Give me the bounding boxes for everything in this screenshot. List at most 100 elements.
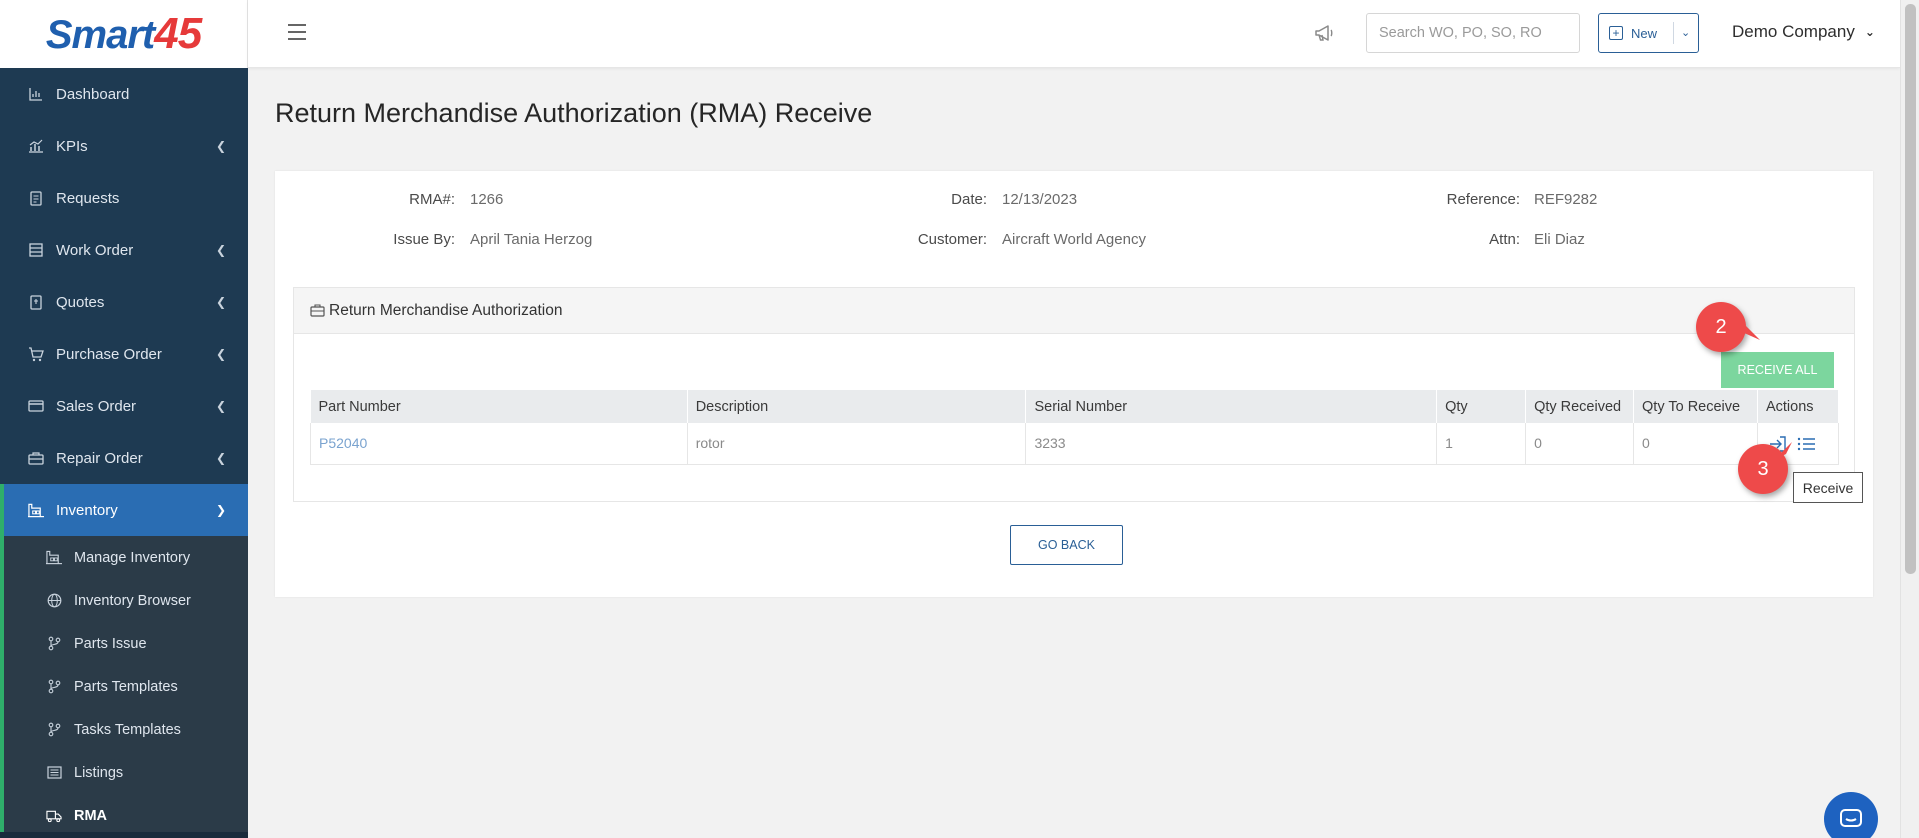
topbar: + New ⌄ Demo Company ⌄ bbox=[248, 0, 1900, 68]
description-cell: rotor bbox=[687, 423, 1027, 465]
rma-items-table: Part Number Description Serial Number Qt… bbox=[310, 390, 1840, 465]
sidebar-subitem-rma[interactable]: RMA bbox=[4, 794, 248, 837]
logo[interactable]: Smart45 bbox=[0, 0, 248, 68]
sidebar-item-kpis[interactable]: KPIs ❮ bbox=[0, 120, 248, 172]
sidebar-subitem-tasks-templates[interactable]: Tasks Templates bbox=[4, 708, 248, 751]
receive-tooltip: Receive bbox=[1793, 472, 1863, 503]
sidebar-subitem-listings[interactable]: Listings bbox=[4, 751, 248, 794]
column-header[interactable]: Serial Number bbox=[1025, 390, 1438, 423]
sidebar-item-work-order[interactable]: Work Order ❮ bbox=[0, 224, 248, 276]
attn-value: Eli Diaz bbox=[1534, 231, 1585, 248]
sidebar-item-purchase-order[interactable]: Purchase Order ❮ bbox=[0, 328, 248, 380]
sidebar-item-dashboard[interactable]: Dashboard bbox=[0, 68, 248, 120]
scrollbar-thumb[interactable] bbox=[1905, 4, 1916, 574]
go-back-button[interactable]: GO BACK bbox=[1010, 525, 1123, 565]
chat-support-button[interactable] bbox=[1824, 792, 1878, 838]
issue-by-value: April Tania Herzog bbox=[470, 231, 593, 248]
new-button[interactable]: + New ⌄ bbox=[1598, 13, 1699, 53]
briefcase-icon bbox=[310, 303, 325, 318]
chart-icon bbox=[28, 86, 44, 102]
panel-header: Return Merchandise Authorization bbox=[294, 288, 1854, 334]
sidebar-footer bbox=[0, 832, 248, 838]
megaphone-icon[interactable] bbox=[1313, 22, 1335, 44]
sidebar-item-label: Quotes bbox=[56, 293, 105, 311]
sidebar-subitem-label: Inventory Browser bbox=[74, 592, 191, 609]
sidebar-item-label: KPIs bbox=[56, 137, 88, 155]
sidebar-nav: Dashboard KPIs ❮ Requests Work Order ❮ Q… bbox=[0, 68, 248, 536]
company-dropdown[interactable]: Demo Company ⌄ bbox=[1732, 22, 1875, 42]
serial-number-cell: 3233 bbox=[1025, 423, 1438, 465]
warehouse-icon bbox=[28, 502, 44, 518]
sidebar-item-label: Requests bbox=[56, 189, 120, 207]
column-header: Actions bbox=[1757, 390, 1840, 423]
column-header[interactable]: Part Number bbox=[310, 390, 688, 423]
column-header[interactable]: Qty Received bbox=[1525, 390, 1635, 423]
logo-text: Smart45 bbox=[45, 9, 202, 58]
inventory-submenu: Manage Inventory Inventory Browser Parts… bbox=[0, 536, 248, 837]
marker-pointer bbox=[1738, 318, 1760, 340]
sidebar-item-label: Purchase Order bbox=[56, 345, 162, 363]
qty-cell: 1 bbox=[1436, 423, 1527, 465]
branch-icon bbox=[46, 679, 62, 695]
sidebar-item-label: Repair Order bbox=[56, 449, 143, 467]
chevron-down-icon[interactable]: ⌄ bbox=[1681, 26, 1690, 39]
sidebar-subitem-parts-templates[interactable]: Parts Templates bbox=[4, 665, 248, 708]
toolbox-icon bbox=[28, 450, 44, 466]
page-scrollbar[interactable] bbox=[1900, 0, 1919, 838]
customer-label: Customer: bbox=[917, 231, 987, 248]
chevron-down-icon: ⌄ bbox=[1864, 25, 1875, 39]
branch-icon bbox=[46, 636, 62, 652]
sidebar-item-repair-order[interactable]: Repair Order ❮ bbox=[0, 432, 248, 484]
sidebar-item-requests[interactable]: Requests bbox=[0, 172, 248, 224]
chevron-left-icon: ❮ bbox=[215, 295, 226, 309]
rma-number-label: RMA#: bbox=[409, 191, 455, 208]
part-number-link[interactable]: P52040 bbox=[319, 435, 367, 451]
qty-received-cell: 0 bbox=[1525, 423, 1635, 465]
plus-square-icon: + bbox=[1609, 26, 1623, 40]
chat-icon bbox=[1840, 809, 1862, 827]
chevron-left-icon: ❮ bbox=[215, 243, 226, 257]
date-value: 12/13/2023 bbox=[1002, 191, 1078, 208]
branch-icon bbox=[46, 722, 62, 738]
column-header[interactable]: Qty To Receive bbox=[1633, 390, 1758, 423]
panel-title: Return Merchandise Authorization bbox=[329, 301, 563, 319]
sidebar-subitem-label: RMA bbox=[74, 807, 108, 824]
page-title: Return Merchandise Authorization (RMA) R… bbox=[275, 98, 873, 128]
chevron-left-icon: ❮ bbox=[215, 139, 226, 153]
reference-value: REF9282 bbox=[1534, 191, 1598, 208]
globe-icon bbox=[46, 593, 62, 609]
reference-label: Reference: bbox=[1446, 191, 1520, 208]
sidebar-item-label: Dashboard bbox=[56, 85, 130, 103]
document-icon bbox=[28, 190, 44, 206]
rma-card: RMA#: 1266 Date: 12/13/2023 Reference: R… bbox=[275, 171, 1873, 597]
hamburger-menu-icon[interactable] bbox=[288, 24, 306, 40]
chevron-left-icon: ❮ bbox=[215, 451, 226, 465]
cart-icon bbox=[28, 346, 44, 362]
quote-icon bbox=[28, 294, 44, 310]
rma-number-value: 1266 bbox=[470, 191, 504, 208]
table-header-row: Part Number Description Serial Number Qt… bbox=[310, 390, 1840, 423]
sidebar-item-label: Inventory bbox=[56, 501, 118, 519]
customer-value: Aircraft World Agency bbox=[1002, 231, 1146, 248]
sidebar-item-sales-order[interactable]: Sales Order ❮ bbox=[0, 380, 248, 432]
sidebar: Smart45 Dashboard KPIs ❮ Requests Work O… bbox=[0, 0, 248, 838]
receive-all-button[interactable]: RECEIVE ALL bbox=[1721, 352, 1834, 388]
sidebar-subitem-label: Manage Inventory bbox=[74, 549, 191, 566]
search-input[interactable] bbox=[1366, 13, 1580, 53]
rma-panel: Return Merchandise Authorization RECEIVE… bbox=[293, 287, 1855, 502]
main-content: Return Merchandise Authorization (RMA) R… bbox=[248, 68, 1900, 838]
list-details-icon[interactable] bbox=[1796, 435, 1818, 453]
sidebar-item-inventory[interactable]: Inventory ❯ bbox=[0, 484, 248, 536]
sidebar-subitem-manage-inventory[interactable]: Manage Inventory bbox=[4, 536, 248, 579]
sidebar-subitem-inventory-browser[interactable]: Inventory Browser bbox=[4, 579, 248, 622]
column-header[interactable]: Qty bbox=[1436, 390, 1527, 423]
sidebar-subitem-parts-issue[interactable]: Parts Issue bbox=[4, 622, 248, 665]
kpi-icon bbox=[28, 138, 44, 154]
column-header[interactable]: Description bbox=[687, 390, 1027, 423]
sidebar-subitem-label: Parts Issue bbox=[74, 635, 147, 652]
qty-to-receive-cell: 0 bbox=[1633, 423, 1758, 465]
list-icon bbox=[28, 242, 44, 258]
chevron-left-icon: ❮ bbox=[215, 399, 226, 413]
warehouse-icon bbox=[46, 550, 62, 566]
sidebar-item-quotes[interactable]: Quotes ❮ bbox=[0, 276, 248, 328]
